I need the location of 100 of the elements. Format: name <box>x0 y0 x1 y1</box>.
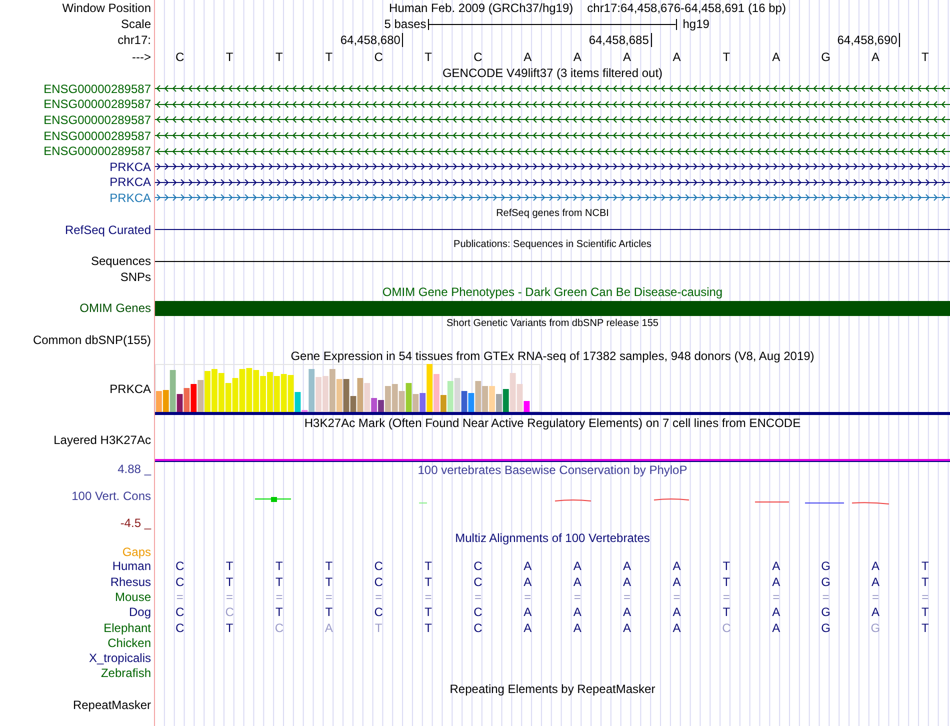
track-label[interactable]: Sequences <box>90 254 151 268</box>
ruler-tick: 64,458,680 <box>340 33 404 47</box>
base-letter: = <box>673 590 680 604</box>
ruler-tick: 64,458,685 <box>588 33 652 47</box>
track-label[interactable]: Common dbSNP(155) <box>32 333 151 347</box>
track-label[interactable]: Human <box>112 559 151 574</box>
ruler-tick: 64,458,690 <box>837 33 900 47</box>
track-title: OMIM Gene Phenotypes - Dark Green Can Be Disease-causing <box>382 285 723 300</box>
track-label[interactable]: Dog <box>128 605 151 620</box>
base-letter: G <box>821 605 830 620</box>
base-letter: C <box>176 50 184 64</box>
track-label[interactable]: ENSG00000289587 <box>44 82 151 96</box>
track-label[interactable]: Rhesus <box>110 574 151 589</box>
track-label[interactable]: 100 Vert. Cons <box>72 488 151 503</box>
track-label[interactable]: RefSeq Curated <box>64 222 151 236</box>
base-letter: = <box>772 590 780 604</box>
base-letter: = <box>624 590 631 604</box>
track-label[interactable]: OMIM Genes <box>80 301 151 316</box>
base-letter: = <box>325 590 332 604</box>
base-letter: C <box>474 605 482 620</box>
base-letter: A <box>573 559 582 574</box>
track-label[interactable]: ENSG00000289587 <box>44 144 151 158</box>
track-label[interactable]: SNPs <box>120 270 151 284</box>
base-letter: A <box>524 50 532 64</box>
track-title: GENCODE V49lift37 (3 items filtered out) <box>442 66 663 80</box>
base-letter: T <box>424 50 432 64</box>
track-label[interactable]: ENSG00000289587 <box>44 97 151 112</box>
gene-feature[interactable] <box>155 115 950 124</box>
base-letter: G <box>821 559 830 574</box>
track-label[interactable]: Chicken <box>108 636 151 650</box>
omim-feature[interactable] <box>155 300 950 316</box>
base-letter: = <box>872 590 879 604</box>
base-letter: C <box>474 620 482 635</box>
base-letter: C <box>374 559 383 574</box>
base-letter: G <box>821 50 830 64</box>
base-letter: A <box>871 559 880 574</box>
base-letter: T <box>921 605 929 620</box>
base-letter: C <box>176 574 184 589</box>
gene-feature[interactable] <box>155 84 950 94</box>
track-label[interactable]: PRKCA <box>110 175 151 190</box>
base-letter: A <box>772 605 780 620</box>
base-letter: A <box>573 620 582 635</box>
base-letter: C <box>374 574 383 589</box>
base-letter: A <box>672 605 681 620</box>
base-letter: A <box>524 559 532 574</box>
base-letter: = <box>375 590 382 604</box>
base-letter: T <box>921 574 929 589</box>
base-letter: C <box>176 559 184 574</box>
base-letter: A <box>524 574 532 589</box>
base-letter: T <box>722 605 730 620</box>
base-letter: G <box>821 620 830 635</box>
track-label[interactable]: Elephant <box>104 620 151 635</box>
base-letter: = <box>524 590 532 604</box>
base-letter: T <box>325 559 333 574</box>
track-label[interactable]: ENSG00000289587 <box>44 112 151 127</box>
base-letter: = <box>474 590 482 604</box>
base-letter: T <box>921 559 929 574</box>
position-range: chr17:64,458,676-64,458,691 (16 bp) <box>587 1 786 15</box>
base-letter: C <box>176 620 184 635</box>
track-title: Multiz Alignments of 100 Vertebrates <box>455 530 650 545</box>
row-label: ---> <box>132 50 151 64</box>
track-label[interactable]: PRKCA <box>110 160 151 174</box>
base-letter: = <box>822 590 830 604</box>
track-label[interactable]: RepeatMasker <box>72 698 151 712</box>
scale-length: 5 bases <box>384 17 426 31</box>
track-label[interactable]: Zebrafish <box>100 666 151 680</box>
track-label[interactable]: ENSG00000289587 <box>44 128 151 143</box>
base-letter: T <box>424 605 432 620</box>
track-title: Gene Expression in 54 tissues from GTEx RNA-seq of 17382 samples, 948 donors (V8, Aug 2019) <box>290 348 814 363</box>
base-letter: A <box>871 605 880 620</box>
track-label[interactable]: X_tropicalis <box>88 651 151 666</box>
gene-feature[interactable] <box>155 131 950 140</box>
track-label[interactable]: Mouse <box>114 590 151 604</box>
axis-max-label: 4.88 _ <box>118 462 151 476</box>
base-letter: A <box>623 620 632 635</box>
track-label[interactable]: PRKCA <box>110 382 151 396</box>
base-letter: = <box>574 590 581 604</box>
base-letter: T <box>325 50 333 64</box>
base-letter: T <box>325 574 333 589</box>
base-letter: A <box>524 620 532 635</box>
base-letter: T <box>325 605 333 620</box>
track-label[interactable]: Layered H3K27Ac <box>54 432 151 447</box>
row-label: Window Position <box>62 1 151 15</box>
base-letter: A <box>772 574 780 589</box>
track-title: H3K27Ac Mark (Often Found Near Active Regulatory Elements) on 7 cell lines from ENCODE <box>304 416 801 430</box>
gene-feature[interactable] <box>155 162 950 172</box>
track-title: Short Genetic Variants from dbSNP release 155 <box>446 317 658 332</box>
track-label[interactable]: PRKCA <box>110 190 151 205</box>
base-letter: T <box>722 50 730 64</box>
base-letter: C <box>176 605 184 620</box>
scale-assembly: hg19 <box>682 17 710 31</box>
track-title: Publications: Sequences in Scientific Articles <box>454 238 652 252</box>
base-letter: T <box>921 620 929 635</box>
track-title: RefSeq genes from NCBI <box>496 206 609 221</box>
gene-feature[interactable] <box>155 146 950 156</box>
gene-feature[interactable] <box>155 178 950 187</box>
row-label: Scale <box>120 17 151 31</box>
base-letter: T <box>226 50 234 64</box>
gene-feature[interactable] <box>155 100 950 109</box>
base-letter: T <box>424 559 432 574</box>
